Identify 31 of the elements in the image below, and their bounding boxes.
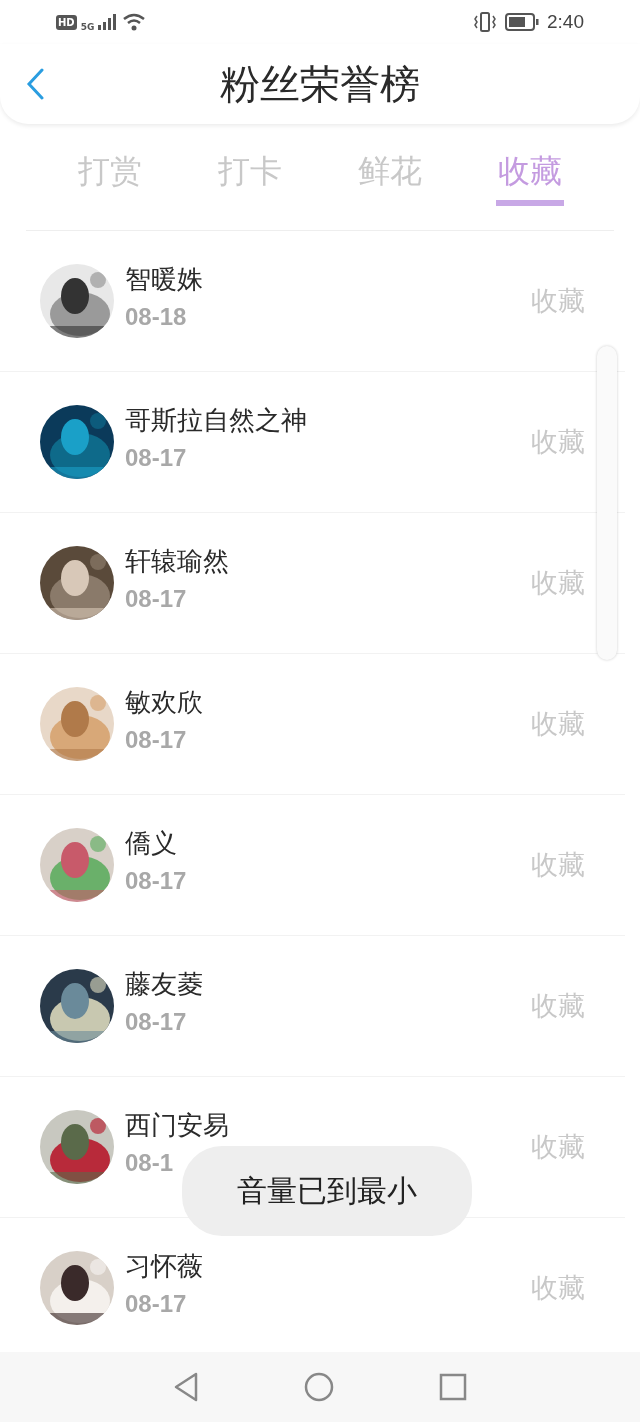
fan-name: 西门安易 bbox=[125, 1108, 230, 1142]
fan-date: 08-17 bbox=[125, 584, 188, 613]
back-icon[interactable] bbox=[25, 68, 45, 100]
fan-name: 藤友菱 bbox=[125, 967, 204, 1001]
vibrate-icon bbox=[473, 12, 497, 32]
fan-name: 敏欢欣 bbox=[125, 685, 204, 719]
toast-message: 音量已到最小 bbox=[182, 1146, 472, 1236]
scrollbar[interactable] bbox=[597, 346, 617, 660]
fan-date: 08-17 bbox=[125, 866, 188, 895]
clock-time: 2:40 bbox=[547, 11, 584, 33]
wifi-icon bbox=[122, 13, 147, 31]
hd-icon: HD bbox=[56, 14, 77, 30]
battery-icon bbox=[505, 13, 539, 31]
page-title: 粉丝荣誉榜 bbox=[219, 59, 421, 109]
network-label: 5G bbox=[80, 22, 95, 32]
fan-name: 僑义 bbox=[125, 826, 178, 860]
fan-name: 习怀薇 bbox=[125, 1249, 204, 1283]
fan-name: 哥斯拉自然之神 bbox=[125, 403, 308, 437]
fan-name: 轩辕瑜然 bbox=[125, 544, 230, 578]
home-icon[interactable] bbox=[304, 1372, 334, 1402]
signal-icon bbox=[98, 14, 119, 30]
fan-date: 08-17 bbox=[125, 1007, 188, 1036]
fan-date: 08-17 bbox=[125, 1289, 188, 1318]
fan-date: 08-1 bbox=[125, 1148, 175, 1177]
fan-date: 08-17 bbox=[125, 443, 188, 472]
back-icon[interactable] bbox=[173, 1372, 199, 1402]
tab[interactable]: 收藏 bbox=[496, 150, 564, 206]
fan-date: 08-18 bbox=[125, 302, 188, 331]
fan-name: 智暖姝 bbox=[125, 262, 204, 296]
fan-date: 08-17 bbox=[125, 725, 188, 754]
recents-icon[interactable] bbox=[439, 1373, 467, 1401]
